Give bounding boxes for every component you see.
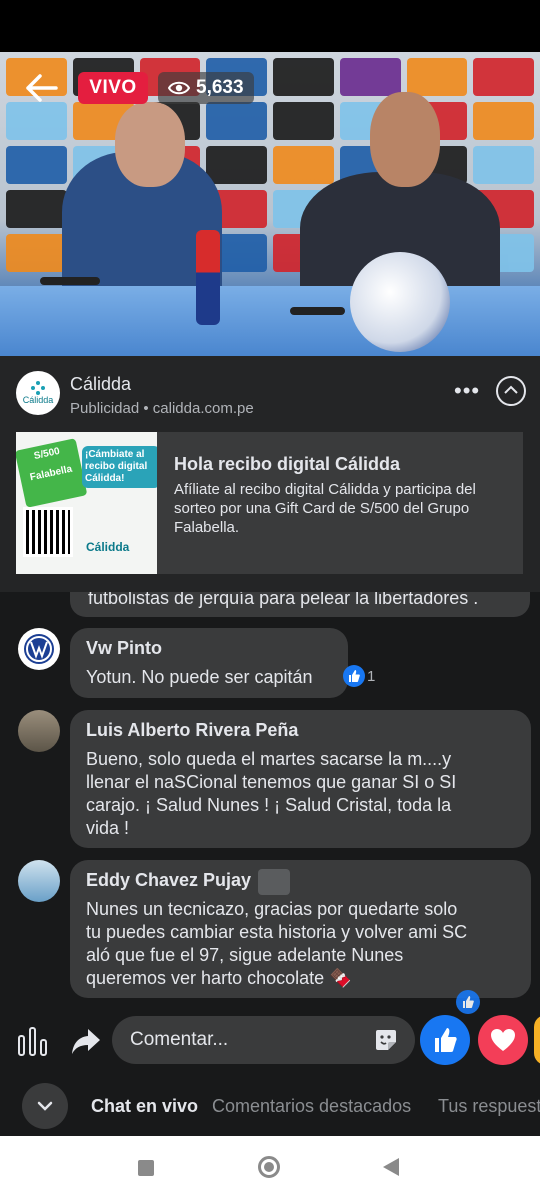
ad-image[interactable]: S/500 Falabella ¡Cámbiate al recibo digi… <box>16 432 157 574</box>
avatar[interactable] <box>18 860 60 902</box>
bar-chart-icon[interactable] <box>16 1024 50 1058</box>
comment-bubble[interactable]: Luis Alberto Rivera Peña Bueno, solo que… <box>70 710 531 848</box>
speaker-left-head <box>115 102 185 187</box>
sponsored-label: Publicidad • calidda.com.pe <box>70 400 254 417</box>
comment-text: Nunes un tecnicazo, gracias por quedarte… <box>86 899 468 988</box>
like-reaction-icon[interactable] <box>343 665 365 687</box>
comment-text: Yotun. No puede ser capitán <box>86 667 313 687</box>
heart-icon <box>491 1029 515 1051</box>
brand-flower-icon <box>31 381 45 395</box>
reaction-count: 1 <box>367 668 376 685</box>
water-bottle <box>196 230 220 325</box>
live-badge: VIVO <box>78 72 148 104</box>
comment-input[interactable] <box>128 1028 362 1052</box>
collapse-chat-button[interactable] <box>22 1083 68 1129</box>
comment-author[interactable]: Luis Alberto Rivera Peña <box>86 720 298 741</box>
back-icon[interactable] <box>383 1158 399 1176</box>
ad-image-headline: ¡Cámbiate al recibo digital Cálidda! <box>82 446 157 488</box>
floating-like-icon <box>456 990 480 1014</box>
home-icon[interactable] <box>258 1156 280 1178</box>
gift-card-amount: S/500 <box>33 445 61 463</box>
comment-author[interactable]: Eddy Chavez Pujay <box>86 870 251 891</box>
ad-image-brand: Cálidda <box>86 540 130 554</box>
speaker-right-head <box>370 92 440 187</box>
like-reaction-button[interactable] <box>420 1015 470 1065</box>
status-bar <box>0 0 540 52</box>
advertiser-logo[interactable]: Cálidda <box>16 371 60 415</box>
fan-badge-icon <box>258 869 290 895</box>
press-desk <box>0 286 540 356</box>
comment-field[interactable] <box>112 1016 415 1064</box>
chevron-up-icon <box>504 385 518 394</box>
chevron-down-icon <box>37 1101 53 1111</box>
soccer-ball <box>350 252 450 352</box>
comment-bubble[interactable]: Eddy Chavez Pujay Nunes un tecnicazo, gr… <box>70 860 531 998</box>
share-icon[interactable] <box>70 1024 102 1058</box>
thumbs-up-icon <box>435 1028 457 1052</box>
collapse-ad-button[interactable] <box>496 376 526 406</box>
tab-top-comments[interactable]: Comentarios destacados <box>212 1096 411 1117</box>
viewer-count-value: 5,633 <box>196 77 244 98</box>
gift-card-graphic: S/500 Falabella <box>16 438 88 508</box>
advertiser-logo-text: Cálidda <box>22 395 54 405</box>
more-options-icon[interactable]: ••• <box>454 378 480 404</box>
avatar[interactable] <box>18 710 60 752</box>
more-reactions-button[interactable] <box>534 1015 540 1065</box>
microphone <box>290 307 345 315</box>
qr-code <box>23 507 73 557</box>
ad-description: Afíliate al recibo digital Cálidda y par… <box>174 481 476 536</box>
comment-bubble[interactable]: Vw Pinto Yotun. No puede ser capitán <box>70 628 348 698</box>
eye-icon <box>168 81 190 95</box>
microphone <box>40 277 100 285</box>
back-arrow-icon[interactable] <box>24 72 60 104</box>
advertiser-name[interactable]: Cálidda <box>70 374 131 395</box>
tab-live-chat[interactable]: Chat en vivo <box>91 1096 198 1117</box>
love-reaction-button[interactable] <box>478 1015 528 1065</box>
ad-title[interactable]: Hola recibo digital Cálidda <box>174 454 400 475</box>
recent-apps-icon[interactable] <box>138 1160 154 1176</box>
gift-card-brand: Falabella <box>29 463 74 484</box>
comment-author[interactable]: Vw Pinto <box>86 638 162 659</box>
tab-your-replies[interactable]: Tus respuest <box>438 1096 540 1117</box>
viewer-count: 5,633 <box>158 72 254 104</box>
avatar[interactable] <box>18 628 60 670</box>
vw-logo-icon <box>24 634 54 664</box>
comment-text: Bueno, solo queda el martes sacarse la m… <box>86 749 457 838</box>
sticker-icon[interactable] <box>372 1026 400 1054</box>
